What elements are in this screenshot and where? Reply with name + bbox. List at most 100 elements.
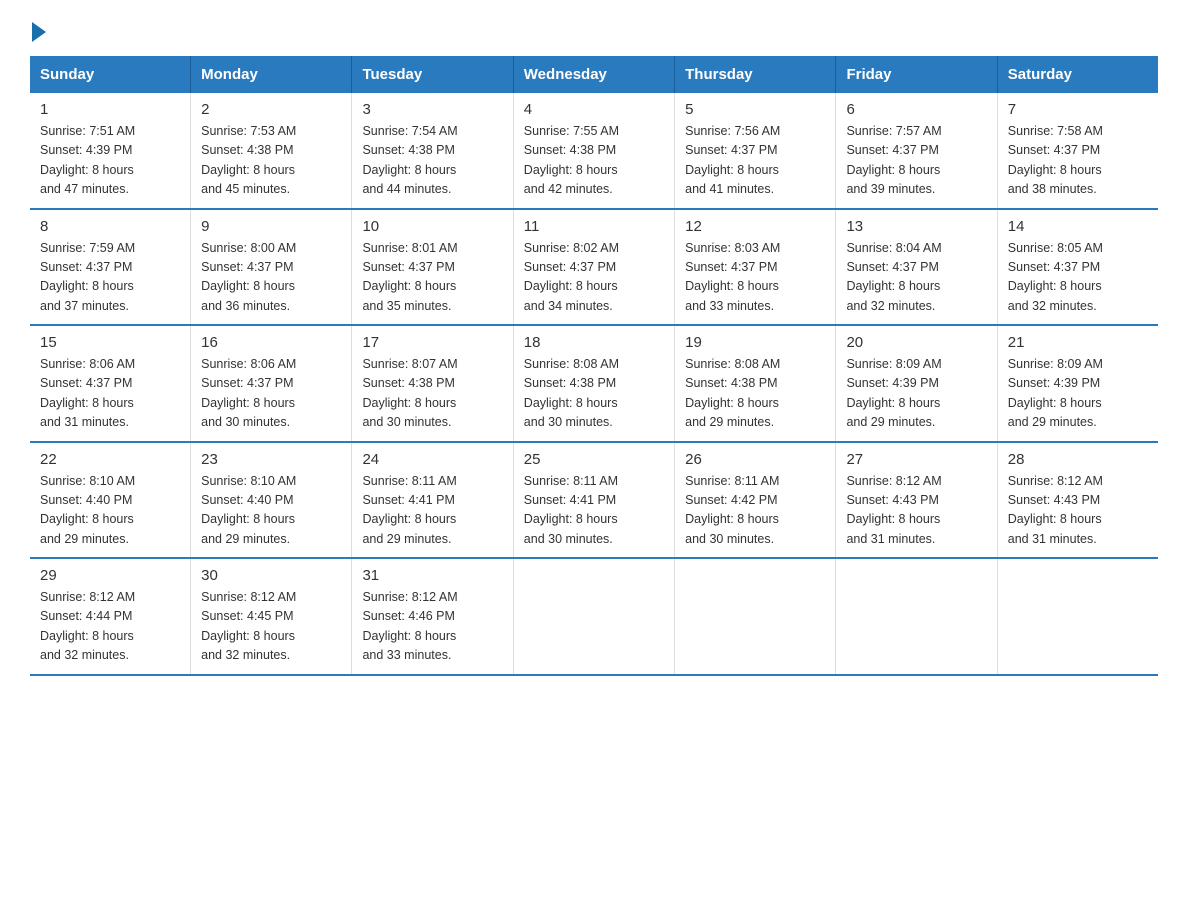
day-info: Sunrise: 8:02 AMSunset: 4:37 PMDaylight:… bbox=[524, 239, 664, 317]
weekday-header-sunday: Sunday bbox=[30, 56, 191, 93]
calendar-cell bbox=[997, 558, 1158, 675]
day-number: 8 bbox=[40, 218, 180, 235]
day-number: 3 bbox=[362, 101, 502, 118]
day-number: 16 bbox=[201, 334, 341, 351]
calendar-cell: 16 Sunrise: 8:06 AMSunset: 4:37 PMDaylig… bbox=[191, 325, 352, 442]
day-info: Sunrise: 7:56 AMSunset: 4:37 PMDaylight:… bbox=[685, 122, 825, 200]
day-info: Sunrise: 7:51 AMSunset: 4:39 PMDaylight:… bbox=[40, 122, 180, 200]
day-info: Sunrise: 7:59 AMSunset: 4:37 PMDaylight:… bbox=[40, 239, 180, 317]
day-info: Sunrise: 8:06 AMSunset: 4:37 PMDaylight:… bbox=[40, 355, 180, 433]
day-info: Sunrise: 8:01 AMSunset: 4:37 PMDaylight:… bbox=[362, 239, 502, 317]
calendar-cell: 15 Sunrise: 8:06 AMSunset: 4:37 PMDaylig… bbox=[30, 325, 191, 442]
calendar-cell: 27 Sunrise: 8:12 AMSunset: 4:43 PMDaylig… bbox=[836, 442, 997, 559]
day-number: 9 bbox=[201, 218, 341, 235]
calendar-cell bbox=[836, 558, 997, 675]
day-number: 22 bbox=[40, 451, 180, 468]
day-info: Sunrise: 7:57 AMSunset: 4:37 PMDaylight:… bbox=[846, 122, 986, 200]
logo bbox=[30, 20, 46, 40]
day-info: Sunrise: 8:11 AMSunset: 4:41 PMDaylight:… bbox=[524, 472, 664, 550]
calendar-cell: 2 Sunrise: 7:53 AMSunset: 4:38 PMDayligh… bbox=[191, 93, 352, 209]
calendar-cell: 19 Sunrise: 8:08 AMSunset: 4:38 PMDaylig… bbox=[675, 325, 836, 442]
day-info: Sunrise: 8:11 AMSunset: 4:41 PMDaylight:… bbox=[362, 472, 502, 550]
weekday-header-friday: Friday bbox=[836, 56, 997, 93]
day-number: 17 bbox=[362, 334, 502, 351]
day-info: Sunrise: 8:12 AMSunset: 4:43 PMDaylight:… bbox=[846, 472, 986, 550]
day-number: 25 bbox=[524, 451, 664, 468]
calendar-cell: 18 Sunrise: 8:08 AMSunset: 4:38 PMDaylig… bbox=[513, 325, 674, 442]
day-number: 27 bbox=[846, 451, 986, 468]
calendar-cell: 26 Sunrise: 8:11 AMSunset: 4:42 PMDaylig… bbox=[675, 442, 836, 559]
day-number: 11 bbox=[524, 218, 664, 235]
calendar-cell: 31 Sunrise: 8:12 AMSunset: 4:46 PMDaylig… bbox=[352, 558, 513, 675]
calendar-cell: 13 Sunrise: 8:04 AMSunset: 4:37 PMDaylig… bbox=[836, 209, 997, 326]
day-number: 23 bbox=[201, 451, 341, 468]
weekday-header-wednesday: Wednesday bbox=[513, 56, 674, 93]
calendar-cell: 23 Sunrise: 8:10 AMSunset: 4:40 PMDaylig… bbox=[191, 442, 352, 559]
day-info: Sunrise: 8:12 AMSunset: 4:46 PMDaylight:… bbox=[362, 588, 502, 666]
day-info: Sunrise: 7:55 AMSunset: 4:38 PMDaylight:… bbox=[524, 122, 664, 200]
weekday-header-thursday: Thursday bbox=[675, 56, 836, 93]
day-info: Sunrise: 7:58 AMSunset: 4:37 PMDaylight:… bbox=[1008, 122, 1148, 200]
calendar-cell: 22 Sunrise: 8:10 AMSunset: 4:40 PMDaylig… bbox=[30, 442, 191, 559]
day-number: 2 bbox=[201, 101, 341, 118]
calendar-week-row: 29 Sunrise: 8:12 AMSunset: 4:44 PMDaylig… bbox=[30, 558, 1158, 675]
day-number: 31 bbox=[362, 567, 502, 584]
day-info: Sunrise: 7:53 AMSunset: 4:38 PMDaylight:… bbox=[201, 122, 341, 200]
day-number: 5 bbox=[685, 101, 825, 118]
page-header bbox=[30, 20, 1158, 40]
calendar-cell: 21 Sunrise: 8:09 AMSunset: 4:39 PMDaylig… bbox=[997, 325, 1158, 442]
calendar-cell: 14 Sunrise: 8:05 AMSunset: 4:37 PMDaylig… bbox=[997, 209, 1158, 326]
calendar-table: SundayMondayTuesdayWednesdayThursdayFrid… bbox=[30, 56, 1158, 676]
day-info: Sunrise: 8:08 AMSunset: 4:38 PMDaylight:… bbox=[685, 355, 825, 433]
weekday-header-row: SundayMondayTuesdayWednesdayThursdayFrid… bbox=[30, 56, 1158, 93]
day-info: Sunrise: 8:10 AMSunset: 4:40 PMDaylight:… bbox=[201, 472, 341, 550]
day-info: Sunrise: 8:10 AMSunset: 4:40 PMDaylight:… bbox=[40, 472, 180, 550]
day-number: 29 bbox=[40, 567, 180, 584]
calendar-week-row: 22 Sunrise: 8:10 AMSunset: 4:40 PMDaylig… bbox=[30, 442, 1158, 559]
day-info: Sunrise: 8:09 AMSunset: 4:39 PMDaylight:… bbox=[846, 355, 986, 433]
calendar-cell: 7 Sunrise: 7:58 AMSunset: 4:37 PMDayligh… bbox=[997, 93, 1158, 209]
calendar-cell: 1 Sunrise: 7:51 AMSunset: 4:39 PMDayligh… bbox=[30, 93, 191, 209]
day-info: Sunrise: 8:04 AMSunset: 4:37 PMDaylight:… bbox=[846, 239, 986, 317]
day-number: 1 bbox=[40, 101, 180, 118]
calendar-cell: 17 Sunrise: 8:07 AMSunset: 4:38 PMDaylig… bbox=[352, 325, 513, 442]
calendar-cell: 4 Sunrise: 7:55 AMSunset: 4:38 PMDayligh… bbox=[513, 93, 674, 209]
day-number: 12 bbox=[685, 218, 825, 235]
calendar-cell: 8 Sunrise: 7:59 AMSunset: 4:37 PMDayligh… bbox=[30, 209, 191, 326]
day-info: Sunrise: 8:12 AMSunset: 4:43 PMDaylight:… bbox=[1008, 472, 1148, 550]
calendar-cell bbox=[513, 558, 674, 675]
calendar-cell: 28 Sunrise: 8:12 AMSunset: 4:43 PMDaylig… bbox=[997, 442, 1158, 559]
day-info: Sunrise: 8:08 AMSunset: 4:38 PMDaylight:… bbox=[524, 355, 664, 433]
weekday-header-monday: Monday bbox=[191, 56, 352, 93]
day-number: 15 bbox=[40, 334, 180, 351]
calendar-cell: 10 Sunrise: 8:01 AMSunset: 4:37 PMDaylig… bbox=[352, 209, 513, 326]
day-number: 20 bbox=[846, 334, 986, 351]
day-number: 4 bbox=[524, 101, 664, 118]
calendar-cell bbox=[675, 558, 836, 675]
day-info: Sunrise: 8:05 AMSunset: 4:37 PMDaylight:… bbox=[1008, 239, 1148, 317]
day-number: 28 bbox=[1008, 451, 1148, 468]
weekday-header-tuesday: Tuesday bbox=[352, 56, 513, 93]
calendar-cell: 6 Sunrise: 7:57 AMSunset: 4:37 PMDayligh… bbox=[836, 93, 997, 209]
calendar-week-row: 15 Sunrise: 8:06 AMSunset: 4:37 PMDaylig… bbox=[30, 325, 1158, 442]
calendar-cell: 3 Sunrise: 7:54 AMSunset: 4:38 PMDayligh… bbox=[352, 93, 513, 209]
day-number: 6 bbox=[846, 101, 986, 118]
weekday-header-saturday: Saturday bbox=[997, 56, 1158, 93]
day-info: Sunrise: 8:12 AMSunset: 4:44 PMDaylight:… bbox=[40, 588, 180, 666]
day-info: Sunrise: 8:11 AMSunset: 4:42 PMDaylight:… bbox=[685, 472, 825, 550]
calendar-cell: 12 Sunrise: 8:03 AMSunset: 4:37 PMDaylig… bbox=[675, 209, 836, 326]
day-info: Sunrise: 8:00 AMSunset: 4:37 PMDaylight:… bbox=[201, 239, 341, 317]
day-number: 10 bbox=[362, 218, 502, 235]
calendar-week-row: 8 Sunrise: 7:59 AMSunset: 4:37 PMDayligh… bbox=[30, 209, 1158, 326]
calendar-cell: 25 Sunrise: 8:11 AMSunset: 4:41 PMDaylig… bbox=[513, 442, 674, 559]
calendar-cell: 11 Sunrise: 8:02 AMSunset: 4:37 PMDaylig… bbox=[513, 209, 674, 326]
day-info: Sunrise: 8:07 AMSunset: 4:38 PMDaylight:… bbox=[362, 355, 502, 433]
day-number: 7 bbox=[1008, 101, 1148, 118]
day-info: Sunrise: 8:03 AMSunset: 4:37 PMDaylight:… bbox=[685, 239, 825, 317]
day-info: Sunrise: 8:06 AMSunset: 4:37 PMDaylight:… bbox=[201, 355, 341, 433]
calendar-week-row: 1 Sunrise: 7:51 AMSunset: 4:39 PMDayligh… bbox=[30, 93, 1158, 209]
day-info: Sunrise: 8:12 AMSunset: 4:45 PMDaylight:… bbox=[201, 588, 341, 666]
calendar-cell: 20 Sunrise: 8:09 AMSunset: 4:39 PMDaylig… bbox=[836, 325, 997, 442]
day-number: 18 bbox=[524, 334, 664, 351]
calendar-cell: 24 Sunrise: 8:11 AMSunset: 4:41 PMDaylig… bbox=[352, 442, 513, 559]
